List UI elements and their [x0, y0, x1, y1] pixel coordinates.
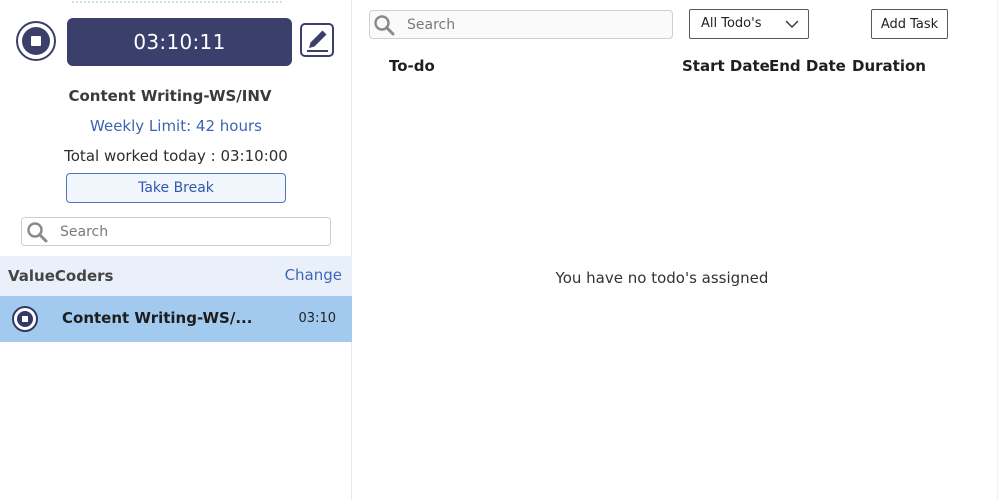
todo-filter-dropdown[interactable]: All Todo's [689, 9, 809, 39]
take-break-button[interactable]: Take Break [66, 173, 286, 203]
cropped-top-edge [72, 0, 282, 3]
column-header-start-date: Start Date [682, 57, 770, 75]
current-project-name: Content Writing-WS/INV [68, 87, 272, 105]
stop-timer-button[interactable] [16, 21, 56, 61]
change-organization-link[interactable]: Change [285, 266, 342, 284]
project-item-title: Content Writing-WS/... [62, 309, 253, 327]
project-search-input[interactable] [60, 222, 320, 242]
timer-sidebar: 03:10:11 Content Writing-WS/INV Weekly L… [0, 0, 352, 500]
column-header-end-date: End Date [769, 57, 846, 75]
chevron-down-icon [785, 20, 799, 28]
todo-search-input[interactable] [407, 15, 662, 35]
project-item-time: 03:10 [298, 311, 336, 326]
empty-todo-message: You have no todo's assigned [555, 269, 769, 287]
todo-filter-selected: All Todo's [701, 16, 762, 31]
edit-button[interactable] [300, 23, 334, 57]
todo-search [369, 10, 673, 39]
stop-icon [22, 27, 50, 55]
add-task-button[interactable]: Add Task [871, 9, 948, 39]
total-worked-today: Total worked today : 03:10:00 [64, 147, 288, 165]
column-header-duration: Duration [852, 57, 926, 75]
weekly-limit: Weekly Limit: 42 hours [90, 117, 262, 135]
search-icon [27, 222, 48, 243]
search-icon [374, 15, 395, 36]
edit-icon [307, 30, 328, 52]
project-stop-button[interactable] [12, 306, 38, 332]
stop-icon [17, 311, 33, 327]
project-search [21, 217, 331, 246]
project-list-item[interactable]: Content Writing-WS/... 03:10 [0, 296, 352, 342]
window-edge [997, 0, 998, 500]
organization-row: ValueCoders Change [0, 256, 352, 296]
organization-name: ValueCoders [8, 267, 114, 285]
column-header-todo: To-do [389, 57, 435, 75]
timer-display: 03:10:11 [67, 18, 292, 66]
